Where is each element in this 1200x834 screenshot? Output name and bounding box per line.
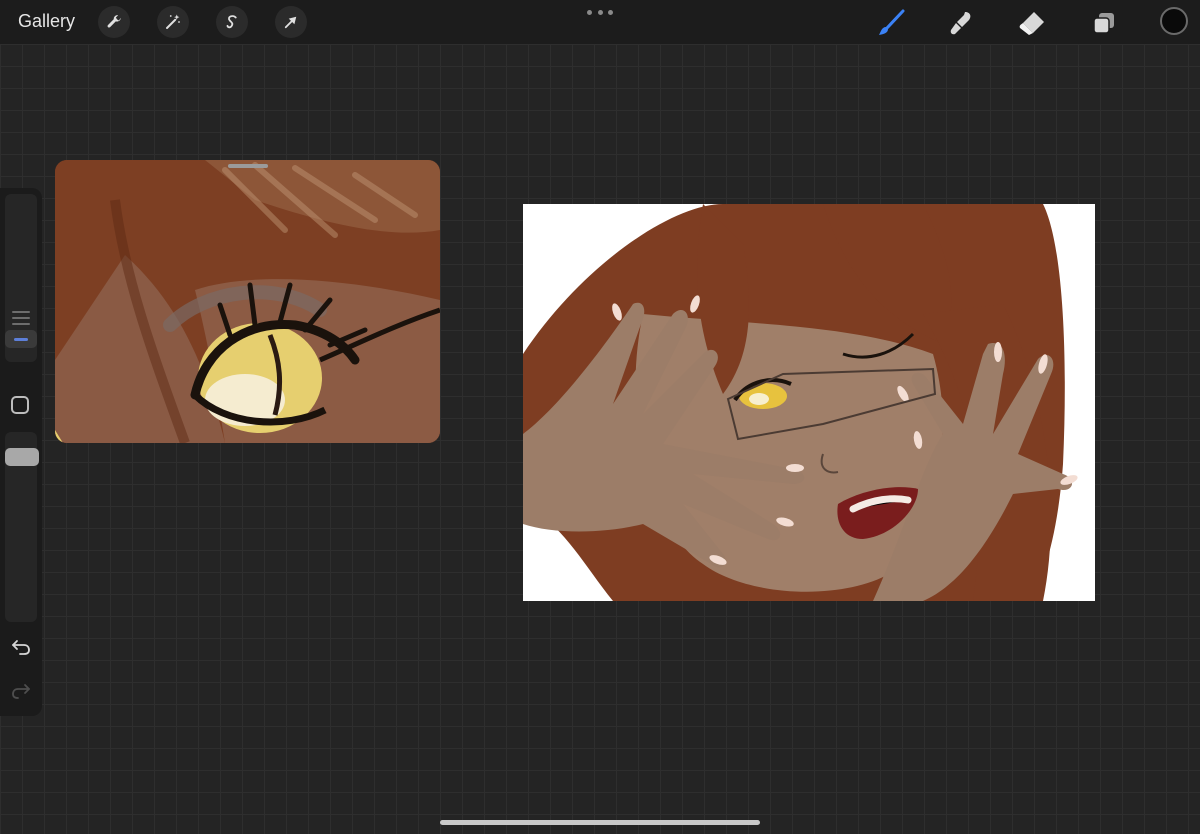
top-toolbar: Gallery	[0, 0, 1200, 44]
reference-window[interactable]	[55, 160, 440, 443]
selection-button[interactable]	[216, 6, 248, 38]
reference-image	[55, 160, 440, 443]
undo-icon[interactable]	[11, 638, 31, 656]
eraser-icon	[1019, 12, 1044, 35]
selection-icon	[226, 15, 237, 29]
adjustments-button[interactable]	[157, 6, 189, 38]
smudge-button[interactable]	[944, 6, 978, 40]
opacity-handle[interactable]	[5, 448, 39, 466]
magic-wand-icon	[166, 14, 180, 29]
wrench-icon	[107, 15, 121, 28]
transform-button[interactable]	[275, 6, 307, 38]
home-indicator[interactable]	[440, 820, 760, 825]
smudge-icon	[950, 12, 971, 35]
brush-size-handle[interactable]	[5, 330, 37, 348]
more-options-icon[interactable]	[587, 4, 613, 20]
canvas-artwork	[523, 204, 1095, 601]
color-picker-button[interactable]	[1160, 7, 1188, 35]
brush-button[interactable]	[874, 6, 908, 40]
transform-arrow-icon	[284, 16, 297, 29]
actions-button[interactable]	[98, 6, 130, 38]
layers-icon	[1093, 13, 1114, 34]
modify-button[interactable]	[11, 396, 29, 414]
redo-icon[interactable]	[11, 682, 31, 700]
left-sidebar	[0, 188, 42, 716]
brush-icon	[879, 9, 905, 35]
brush-size-indicator	[12, 311, 30, 329]
gallery-button[interactable]: Gallery	[18, 11, 75, 32]
layers-button[interactable]	[1087, 6, 1121, 40]
eraser-button[interactable]	[1015, 6, 1049, 40]
reference-window-handle[interactable]	[228, 164, 268, 168]
drawing-canvas[interactable]	[523, 204, 1095, 601]
